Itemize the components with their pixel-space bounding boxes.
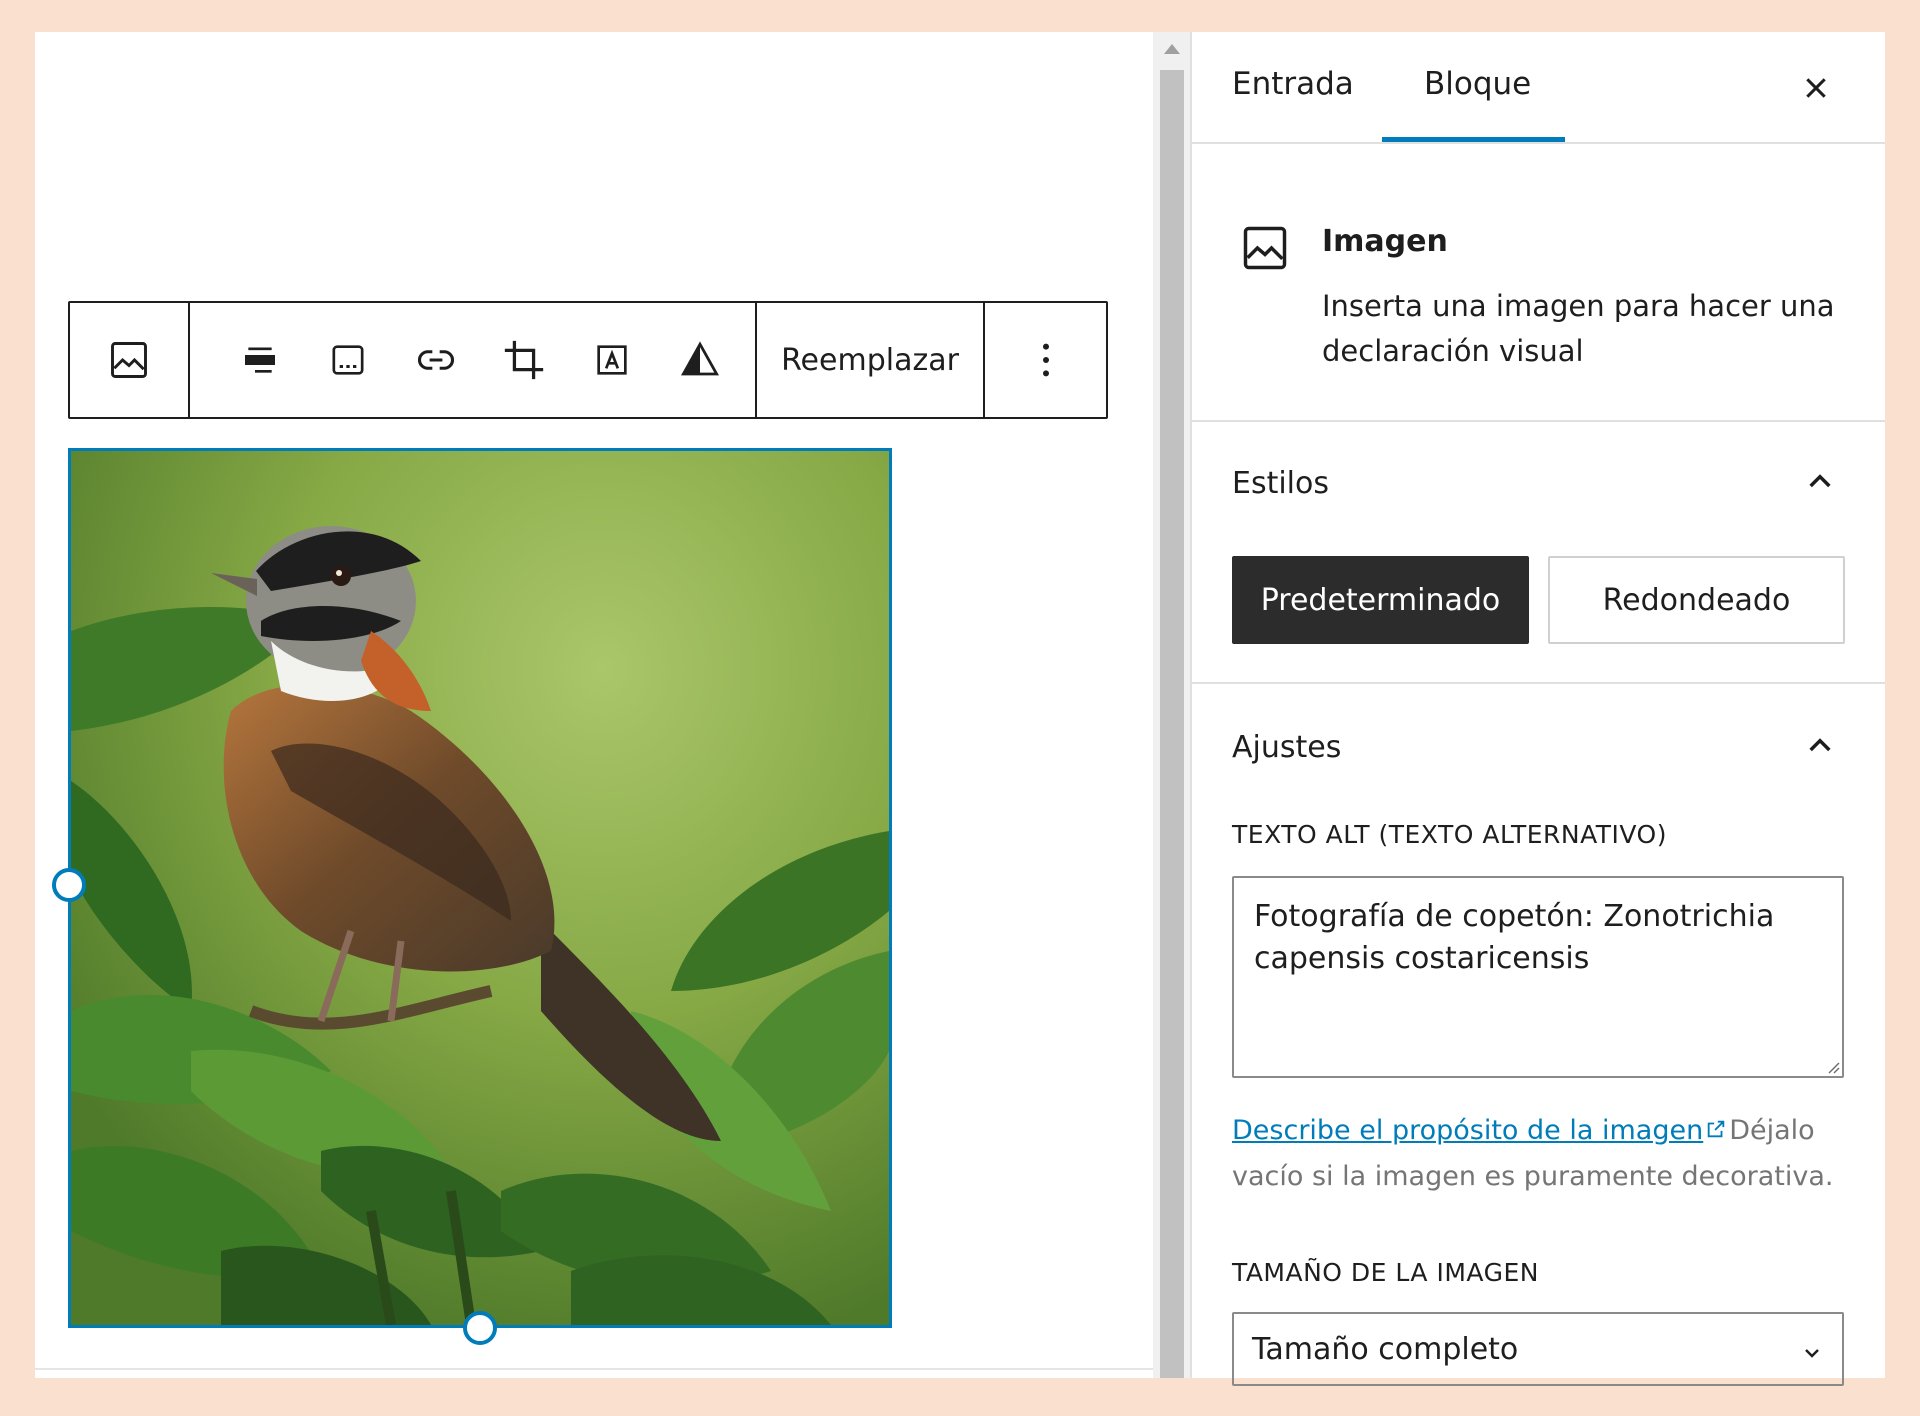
editor-scrollbar[interactable] xyxy=(1153,32,1190,1378)
scroll-thumb[interactable] xyxy=(1160,70,1184,1378)
canvas-divider xyxy=(35,1368,1153,1370)
styles-panel: Estilos Predeterminado Redondeado xyxy=(1192,422,1885,684)
align-icon xyxy=(245,347,275,373)
bird-photo xyxy=(71,451,889,1325)
duotone-filter-icon xyxy=(680,341,720,376)
crop-icon xyxy=(504,340,544,380)
block-card-title: Imagen xyxy=(1322,224,1448,259)
settings-sidebar: Entrada Bloque Imagen Inserta una imagen… xyxy=(1192,32,1885,1386)
block-card: Imagen Inserta una imagen para hacer una… xyxy=(1192,144,1885,422)
resize-grip-icon xyxy=(1828,1062,1840,1074)
tab-entrada[interactable]: Entrada xyxy=(1232,66,1354,102)
style-default-button[interactable]: Predeterminado xyxy=(1232,556,1529,644)
settings-panel-title[interactable]: Ajustes xyxy=(1232,730,1341,765)
resize-handle-bottom[interactable] xyxy=(463,1311,497,1345)
block-type-group xyxy=(70,303,190,417)
more-vertical-icon xyxy=(1042,343,1049,377)
active-tab-indicator xyxy=(1382,137,1565,142)
scroll-up-arrow-icon[interactable] xyxy=(1164,44,1180,54)
caption-button[interactable] xyxy=(304,303,392,417)
image-size-label: TAMAÑO DE LA IMAGEN xyxy=(1232,1258,1539,1287)
block-tools-group xyxy=(190,303,757,417)
chevron-up-icon xyxy=(1809,738,1831,752)
block-card-description: Inserta una imagen para hacer una declar… xyxy=(1322,289,1835,368)
alt-text-field[interactable]: Fotografía de copetón: Zonotrichia capen… xyxy=(1232,876,1844,1078)
caption-icon xyxy=(332,345,364,375)
options-group xyxy=(985,303,1106,417)
duotone-button[interactable] xyxy=(656,303,744,417)
block-card-icon xyxy=(1239,222,1291,278)
style-rounded-button[interactable]: Redondeado xyxy=(1548,556,1845,644)
close-sidebar-button[interactable] xyxy=(1796,68,1836,108)
image-icon xyxy=(1243,226,1287,270)
close-icon xyxy=(1806,78,1826,98)
image-size-value: Tamaño completo xyxy=(1252,1331,1519,1367)
replace-group: Reemplazar xyxy=(757,303,985,417)
settings-panel-toggle[interactable] xyxy=(1804,730,1836,766)
link-icon xyxy=(418,350,454,370)
editor-canvas: Reemplazar xyxy=(35,32,1153,1378)
image-size-select[interactable]: Tamaño completo xyxy=(1232,1312,1844,1386)
align-button[interactable] xyxy=(216,303,304,417)
app-frame: Reemplazar Entrada Bloque Imagen Inserta… xyxy=(35,32,1885,1386)
chevron-down-icon xyxy=(1805,1349,1819,1358)
settings-panel: Ajustes TEXTO ALT (TEXTO ALTERNATIVO) Fo… xyxy=(1192,684,1885,1386)
resize-handle-left[interactable] xyxy=(52,868,86,902)
external-link-icon xyxy=(1705,1109,1727,1154)
block-toolbar: Reemplazar xyxy=(68,301,1108,419)
crop-button[interactable] xyxy=(480,303,568,417)
alt-text-help: Describe el propósito de la imagen Déjalo… xyxy=(1232,1108,1852,1199)
textarea-resize-grip[interactable] xyxy=(1824,1058,1840,1078)
tab-bloque[interactable]: Bloque xyxy=(1424,66,1531,102)
styles-panel-title[interactable]: Estilos xyxy=(1232,466,1329,501)
alt-text-help-link[interactable]: Describe el propósito de la imagen xyxy=(1232,1115,1703,1146)
image-icon xyxy=(111,342,147,378)
more-options-button[interactable] xyxy=(985,303,1106,417)
sidebar-tabs: Entrada Bloque xyxy=(1192,32,1885,144)
block-type-button[interactable] xyxy=(70,303,188,417)
link-button[interactable] xyxy=(392,303,480,417)
alt-text-label: TEXTO ALT (TEXTO ALTERNATIVO) xyxy=(1232,820,1667,849)
text-over-image-button[interactable] xyxy=(568,303,656,417)
select-chevron xyxy=(1800,1338,1824,1373)
selected-image[interactable] xyxy=(68,448,892,1328)
styles-panel-toggle[interactable] xyxy=(1804,466,1836,502)
chevron-up-icon xyxy=(1809,474,1831,488)
text-over-image-icon xyxy=(597,345,627,375)
replace-button[interactable]: Reemplazar xyxy=(757,303,983,417)
